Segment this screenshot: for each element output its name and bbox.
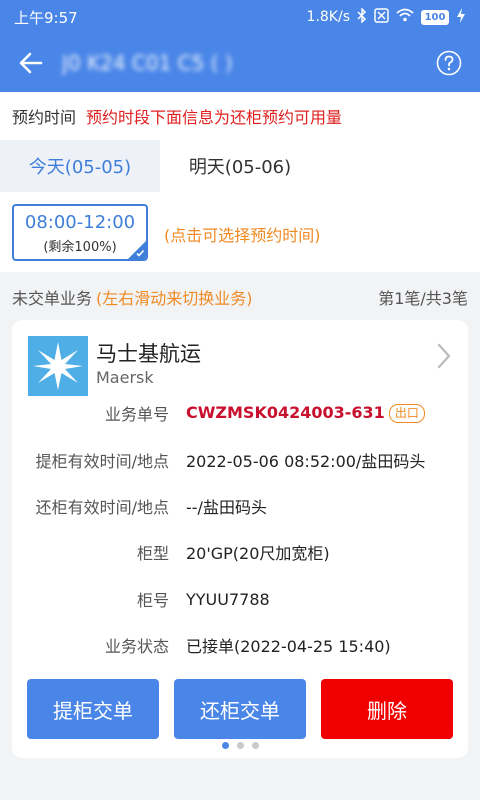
row-return-time-place: 还柜有效时间/地点 --/盐田码头 [12, 491, 468, 521]
slot-hint: (点击可选择预约时间) [164, 226, 321, 245]
page-indicator-text: 第1笔/共3笔 [378, 289, 468, 308]
section-hint: (左右滑动来切换业务) [96, 289, 253, 308]
charging-icon [456, 7, 466, 27]
row-pickup-time-place: 提柜有效时间/地点 2022-05-06 08:52:00/盐田码头 [12, 445, 468, 475]
row-order-number: 业务单号 CWZMSK0424003-631 出口 [12, 398, 468, 428]
time-slot-area: 08:00-12:00 (剩余100%) (点击可选择预约时间) [0, 192, 480, 272]
row-label: 业务状态 [104, 637, 169, 656]
row-container-number: 柜号 YYUU7788 [12, 584, 468, 614]
row-label: 柜型 [136, 544, 169, 563]
row-container-type: 柜型 20'GP(20尺加宽柜) [12, 537, 468, 567]
battery-icon: 100 [421, 9, 449, 25]
network-speed: 1.8K/s [306, 9, 350, 25]
company-name-en: Maersk [96, 368, 154, 387]
day-tabs: 今天(05-05) 明天(05-06) [0, 140, 480, 192]
app-bar: J0 K24 C01 C5 ( ) [0, 34, 480, 92]
row-label: 提柜有效时间/地点 [35, 452, 169, 471]
slot-time: 08:00-12:00 [24, 212, 136, 233]
status-icons: 1.8K/s 100 [306, 6, 466, 27]
row-value: 2022-05-06 08:52:00/盐田码头 [186, 452, 426, 471]
status-bar: 上午9:57 1.8K/s 100 [0, 0, 480, 34]
row-value: YYUU7788 [186, 589, 270, 609]
pickup-submit-button[interactable]: 提柜交单 [27, 679, 159, 739]
delete-button[interactable]: 删除 [321, 679, 453, 739]
bluetooth-icon [357, 6, 367, 27]
reservation-notice: 预约时间 预约时段下面信息为还柜预约可用量 [0, 92, 480, 140]
tab-tomorrow[interactable]: 明天(05-06) [160, 140, 320, 192]
export-tag: 出口 [388, 404, 425, 423]
wifi-icon [396, 8, 414, 26]
maersk-star-logo [28, 336, 88, 396]
notice-label: 预约时间 [12, 108, 77, 127]
order-number-value: CWZMSK0424003-631 出口 [186, 403, 425, 423]
row-business-status: 业务状态 已接单(2022-04-25 15:40) [12, 630, 468, 660]
pager-dot [221, 742, 229, 749]
row-value: 20'GP(20尺加宽柜) [186, 544, 330, 563]
time-slot-option[interactable]: 08:00-12:00 (剩余100%) [12, 204, 148, 261]
row-label: 还柜有效时间/地点 [35, 498, 169, 517]
row-value: 已接单(2022-04-25 15:40) [186, 637, 391, 656]
pager-dots [12, 742, 468, 749]
company-name-cn: 马士基航运 [96, 342, 201, 366]
question-circle-icon [436, 50, 462, 76]
tab-today[interactable]: 今天(05-05) [0, 140, 160, 192]
section-title: 未交单业务 [12, 289, 93, 308]
arrow-left-icon [19, 52, 43, 74]
slot-remaining: (剩余100%) [43, 240, 117, 255]
page-title: J0 K24 C01 C5 ( ) [62, 51, 233, 75]
notice-message: 预约时段下面信息为还柜预约可用量 [86, 108, 343, 127]
status-time: 上午9:57 [14, 8, 78, 27]
row-label: 业务单号 [104, 405, 169, 424]
back-button[interactable] [0, 34, 62, 92]
chevron-right-icon[interactable] [436, 342, 452, 370]
return-submit-button[interactable]: 还柜交单 [174, 679, 306, 739]
help-button[interactable] [418, 34, 480, 92]
pager-dot [251, 742, 259, 749]
business-card[interactable]: 马士基航运 Maersk 业务单号 CWZMSK0424003-631 出口 提柜… [12, 320, 468, 758]
no-sim-icon [374, 7, 389, 27]
section-header: 未交单业务 (左右滑动来切换业务) 第1笔/共3笔 [0, 274, 480, 320]
row-value: --/盐田码头 [186, 498, 267, 517]
check-mark-icon [136, 249, 145, 257]
pager-dot [236, 742, 244, 749]
order-number-text: CWZMSK0424003-631 [186, 403, 385, 422]
row-label: 柜号 [136, 591, 169, 610]
